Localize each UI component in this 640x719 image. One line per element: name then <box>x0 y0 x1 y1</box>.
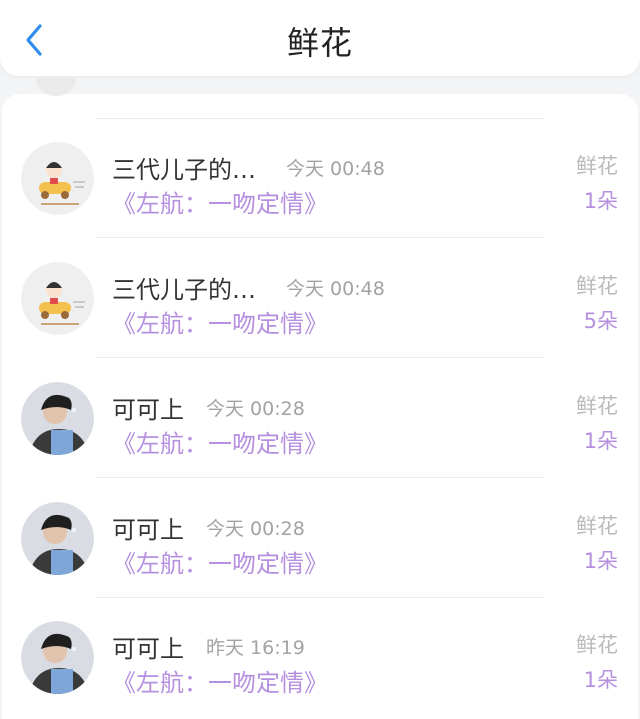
list-item[interactable]: 三代儿子的… 今天 00:48 《左航：一吻定情》 鲜花 5朵 <box>0 239 640 358</box>
avatar[interactable] <box>21 142 94 215</box>
avatar[interactable] <box>21 382 94 455</box>
book-title[interactable]: 《左航：一吻定情》 <box>112 424 328 459</box>
divider <box>96 357 544 358</box>
gift-type: 鲜花 <box>576 274 618 298</box>
divider <box>96 237 544 238</box>
user-name[interactable]: 可可上 <box>112 629 184 664</box>
user-name[interactable]: 可可上 <box>112 510 184 545</box>
page-title: 鲜花 <box>286 24 353 62</box>
timestamp: 今天 00:48 <box>286 278 385 300</box>
timestamp: 今天 00:28 <box>206 518 305 540</box>
cartoon-car-icon <box>21 142 94 215</box>
list-item[interactable]: 可可上 今天 00:28 《左航：一吻定情》 鲜花 1朵 <box>0 479 640 598</box>
person-photo-icon <box>21 502 94 575</box>
gift-count: 1朵 <box>583 189 618 213</box>
gift-type: 鲜花 <box>576 514 618 538</box>
book-title[interactable]: 《左航：一吻定情》 <box>112 544 328 579</box>
person-photo-icon <box>21 621 94 694</box>
nav-header: 鲜花 <box>0 0 640 76</box>
gift-count: 5朵 <box>583 309 618 333</box>
divider <box>96 477 544 478</box>
avatar[interactable] <box>21 502 94 575</box>
gift-count: 1朵 <box>583 549 618 573</box>
book-title[interactable]: 《左航：一吻定情》 <box>112 304 328 339</box>
gift-count: 1朵 <box>583 668 618 692</box>
timestamp: 今天 00:48 <box>286 158 385 180</box>
person-photo-icon <box>21 382 94 455</box>
avatar[interactable] <box>21 262 94 335</box>
cartoon-car-icon <box>21 262 94 335</box>
list-item[interactable]: 可可上 昨天 16:19 《左航：一吻定情》 鲜花 1朵 <box>0 598 640 717</box>
user-name[interactable]: 可可上 <box>112 390 184 425</box>
list-item[interactable]: 可可上 今天 00:28 《左航：一吻定情》 鲜花 1朵 <box>0 359 640 478</box>
user-name[interactable]: 三代儿子的… <box>112 150 256 185</box>
gift-type: 鲜花 <box>576 633 618 657</box>
gift-type: 鲜花 <box>576 154 618 178</box>
timestamp: 今天 00:28 <box>206 398 305 420</box>
timestamp: 昨天 16:19 <box>206 637 305 659</box>
avatar[interactable] <box>21 621 94 694</box>
list-item[interactable]: 三代儿子的… 今天 00:48 《左航：一吻定情》 鲜花 1朵 <box>0 119 640 238</box>
gift-type: 鲜花 <box>576 394 618 418</box>
book-title[interactable]: 《左航：一吻定情》 <box>112 663 328 698</box>
user-name[interactable]: 三代儿子的… <box>112 270 256 305</box>
gift-count: 1朵 <box>583 429 618 453</box>
book-title[interactable]: 《左航：一吻定情》 <box>112 184 328 219</box>
